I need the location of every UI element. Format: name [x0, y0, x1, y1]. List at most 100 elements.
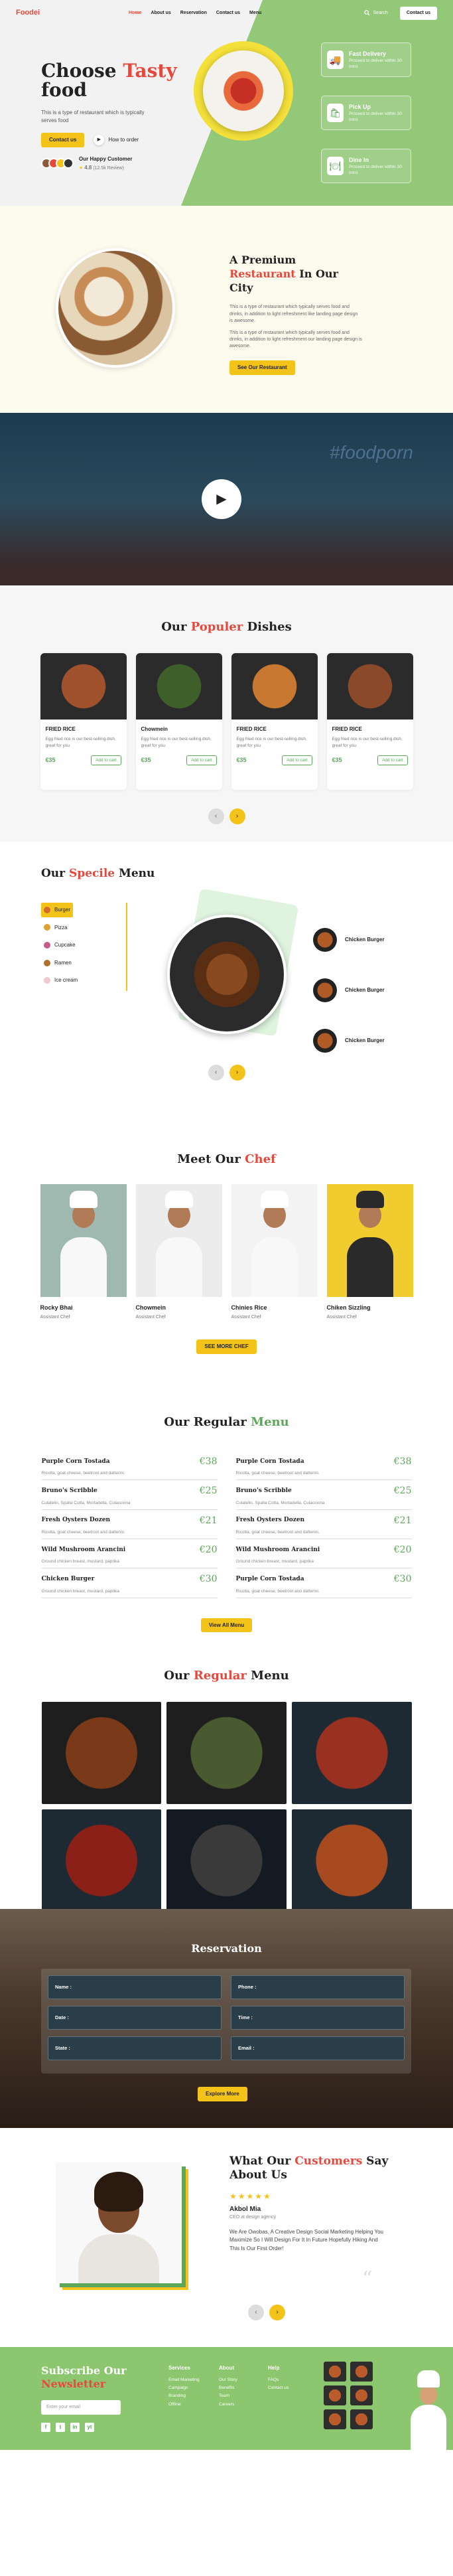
- hero-video-link[interactable]: ▶ How to order: [94, 134, 139, 145]
- footer-link[interactable]: Our Story: [219, 2376, 237, 2384]
- add-to-cart-button[interactable]: Add to cart: [282, 755, 312, 766]
- prev-button[interactable]: ‹: [208, 808, 224, 825]
- prev-button[interactable]: ‹: [248, 2305, 264, 2320]
- explore-more-button[interactable]: Explore More: [198, 2087, 247, 2101]
- footer-link[interactable]: Contact us: [268, 2384, 289, 2392]
- title-rest: Menu: [115, 867, 155, 880]
- feature-title: Pick Up: [348, 104, 371, 111]
- about-section: A Premium Restaurant In Our City This is …: [0, 206, 453, 413]
- item-price: €25: [393, 1485, 412, 1497]
- category-label: Burger: [54, 907, 70, 913]
- next-button[interactable]: ›: [229, 1065, 245, 1081]
- nav-link-contact[interactable]: Contact us: [216, 10, 240, 17]
- email-field[interactable]: Email :: [231, 2036, 405, 2060]
- category-ice-cream[interactable]: Ice cream: [41, 973, 126, 988]
- item-desc: Ground chicken breast, mustard, paprika: [41, 1588, 119, 1594]
- category-ramen[interactable]: Ramen: [41, 956, 126, 970]
- burger-icon: [44, 906, 50, 913]
- nav-link-home[interactable]: Home: [129, 10, 141, 17]
- dish-image: [40, 653, 127, 720]
- logo[interactable]: Foodei: [16, 8, 129, 19]
- category-pizza[interactable]: Pizza: [41, 921, 126, 935]
- newsletter-email-input[interactable]: Enter your email: [41, 2400, 121, 2415]
- footer-link[interactable]: FAQs: [268, 2376, 289, 2384]
- footer-link[interactable]: Careers: [219, 2401, 237, 2409]
- hero-title-second: food: [41, 79, 87, 102]
- about-paragraph: This is a type of restaurant which typic…: [229, 330, 363, 349]
- nav-link-about[interactable]: About us: [151, 10, 170, 17]
- menu-row: Purple Corn Tostada €38 Ricotta, goat chee…: [235, 1451, 412, 1481]
- gallery-image[interactable]: [41, 1809, 162, 1912]
- section-title: Our Specile Menu: [41, 866, 155, 882]
- next-button[interactable]: ›: [229, 808, 245, 825]
- menu-item[interactable]: Chicken Burger: [313, 928, 385, 952]
- youtube-icon[interactable]: yt: [85, 2423, 94, 2432]
- menu-item[interactable]: Chicken Burger: [313, 1029, 385, 1053]
- dishes-pager: ‹ ›: [0, 808, 453, 825]
- category-cupcake[interactable]: Cupcake: [41, 938, 126, 952]
- restaurant-image: [56, 248, 175, 368]
- footer: Subscribe Our Newsletter Enter your email…: [0, 2347, 453, 2450]
- add-to-cart-button[interactable]: Add to cart: [91, 755, 121, 766]
- nav-contact-button[interactable]: Contact us: [399, 6, 437, 21]
- facebook-icon[interactable]: f: [41, 2423, 50, 2432]
- add-to-cart-button[interactable]: Add to cart: [186, 755, 217, 766]
- linkedin-icon[interactable]: in: [70, 2423, 80, 2432]
- footer-link[interactable]: Campaign: [168, 2384, 200, 2392]
- gallery-image[interactable]: [291, 1702, 412, 1805]
- feature-text: Proceed to deliver within 30 mins: [348, 165, 402, 175]
- customer-role: CEO at design agency: [229, 2215, 277, 2220]
- chef-photo: [326, 1184, 413, 1298]
- hero-section: Foodei Home About us Reservation Contact…: [0, 0, 453, 206]
- gallery-image[interactable]: [291, 1809, 412, 1912]
- item-name: Purple Corn Tostada: [235, 1458, 304, 1465]
- food-thumb: [324, 2409, 346, 2429]
- see-more-chef-button[interactable]: SEE MORE CHEF: [196, 1339, 257, 1354]
- reservation-form: Name : Phone : Date : Time : State : Email …: [41, 1969, 411, 2074]
- prev-button[interactable]: ‹: [208, 1065, 224, 1081]
- time-field[interactable]: Time :: [231, 2006, 405, 2030]
- nav-link-reservation[interactable]: Reservation: [180, 10, 207, 17]
- hero-title-plain: Choose: [41, 60, 123, 82]
- gallery-image[interactable]: [41, 1702, 162, 1805]
- phone-field[interactable]: Phone :: [231, 1975, 405, 1999]
- star-icon: ★: [79, 165, 84, 171]
- footer-link[interactable]: Branding: [168, 2392, 200, 2400]
- item-desc: Ricotta, goat cheese, beetroot and datte…: [41, 1471, 125, 1476]
- add-to-cart-button[interactable]: Add to cart: [377, 755, 408, 766]
- category-burger[interactable]: Burger: [41, 903, 73, 917]
- nav-search[interactable]: Search: [363, 10, 388, 17]
- view-all-menu-button[interactable]: View All Menu: [200, 1618, 253, 1633]
- video-play-button[interactable]: ▶: [202, 479, 241, 519]
- ramen-icon: [44, 959, 50, 966]
- food-thumb: [350, 2386, 373, 2405]
- item-desc: Ricotta, goat cheese, beetroot and datte…: [41, 1530, 125, 1535]
- footer-link[interactable]: Offline: [168, 2401, 200, 2409]
- item-price: €38: [393, 1456, 412, 1468]
- chef-card: Chowmein Assistant Chef: [135, 1184, 222, 1321]
- twitter-icon[interactable]: t: [56, 2423, 65, 2432]
- see-restaurant-button[interactable]: See Our Restaurant: [229, 360, 295, 375]
- about-title: A Premium Restaurant In Our City: [229, 254, 362, 295]
- chef-role: Assistant Chef: [135, 1315, 166, 1320]
- footer-link[interactable]: Email Marketing: [168, 2376, 200, 2384]
- name-field[interactable]: Name :: [48, 1975, 222, 1999]
- footer-link[interactable]: Benefits: [219, 2384, 237, 2392]
- nav-link-menu[interactable]: Menu: [249, 10, 261, 17]
- ice-cream-icon: [44, 977, 50, 984]
- chef-card: Chiken Sizzling Assistant Chef: [326, 1184, 413, 1321]
- gallery-image[interactable]: [166, 1702, 287, 1805]
- hero-contact-button[interactable]: Contact us: [41, 133, 85, 147]
- hero-title: Choose Tasty food: [41, 61, 177, 100]
- date-field[interactable]: Date :: [48, 2006, 222, 2030]
- state-field[interactable]: State :: [48, 2036, 222, 2060]
- next-button[interactable]: ›: [269, 2305, 285, 2320]
- gallery-grid: [41, 1702, 412, 1912]
- chevron-right-icon: ›: [276, 2308, 279, 2316]
- menu-item[interactable]: Chicken Burger: [313, 978, 385, 1002]
- social-links: f t in yt: [41, 2423, 94, 2432]
- chef-name: Chowmein: [135, 1304, 166, 1312]
- footer-link[interactable]: Team: [219, 2392, 237, 2400]
- footer-col-title: Help: [268, 2365, 280, 2371]
- gallery-image[interactable]: [166, 1809, 287, 1912]
